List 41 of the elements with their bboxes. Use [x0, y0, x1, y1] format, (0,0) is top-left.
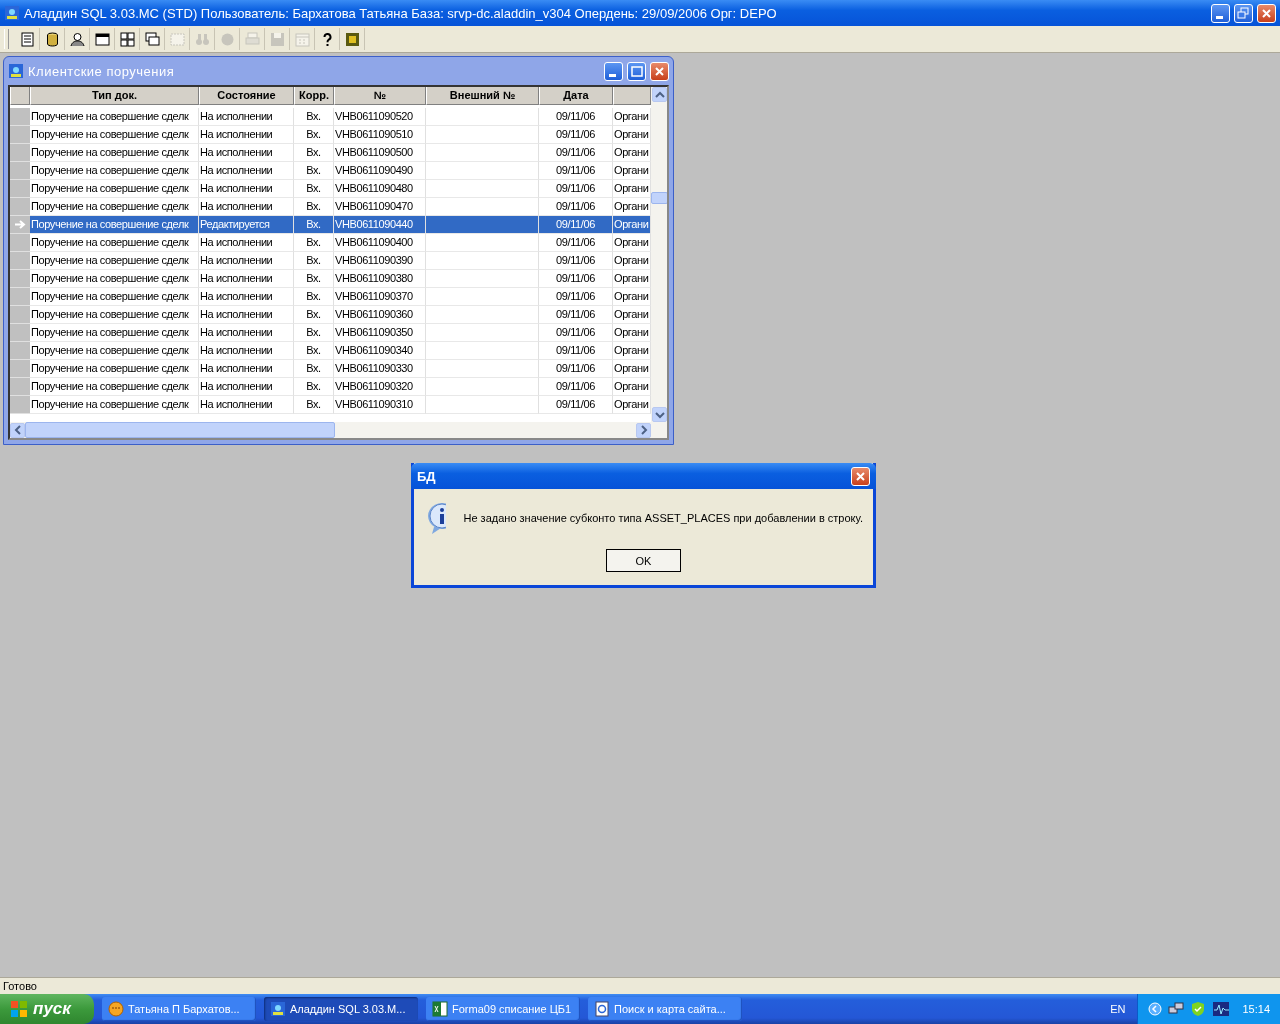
taskbar-button[interactable]: Татьяна П Бархатов... — [102, 997, 256, 1021]
column-header[interactable]: Дата — [539, 87, 613, 105]
clock: 15:14 — [1242, 1003, 1270, 1015]
language-indicator[interactable]: EN — [1110, 1003, 1126, 1015]
table-row[interactable]: Поручение на совершение сделк На исполнении Вх. VHB0611090380 09/11/06 Органи — [10, 270, 651, 288]
table-row[interactable]: Поручение на совершение сделк На исполнении Вх. VHB0611090470 09/11/06 Органи — [10, 198, 651, 216]
table-row[interactable]: Поручение на совершение сделк На исполнении Вх. VHB0611090500 09/11/06 Органи — [10, 144, 651, 162]
column-header[interactable]: Внешний № — [426, 87, 539, 105]
window-title: Аладдин SQL 3.03.МС (STD) Пользователь: Бархатова Татьяна База: srvp-dc.aladdin_v304 Опердень: 29/09/2006 Орг: DEPO — [24, 5, 778, 21]
table-cell: На исполнении — [199, 396, 294, 414]
table-row[interactable]: Поручение на совершение сделк На исполнении Вх. VHB0611090370 09/11/06 Органи — [10, 288, 651, 306]
column-header[interactable]: Тип док. — [30, 87, 199, 105]
table-row[interactable]: Поручение на совершение сделк На исполнении Вх. VHB0611090390 09/11/06 Органи — [10, 252, 651, 270]
column-header[interactable]: Корр. — [294, 87, 334, 105]
status-text: Готово — [3, 980, 37, 992]
dialog-message: Не задано значение субконто типа ASSET_PLACES при добавлении в строку. — [463, 512, 863, 524]
table-row[interactable]: Поручение на совершение сделк Редактируется Вх. VHB0611090440 09/11/06 Органи — [10, 216, 651, 234]
window-title: Клиентские поручения — [28, 63, 176, 79]
table-row[interactable]: Поручение на совершение сделк На исполнении Вх. VHB0611090520 09/11/06 Органи — [10, 108, 651, 126]
taskbar-button[interactable]: Аладдин SQL 3.03.М... — [264, 997, 418, 1021]
table-row[interactable]: Поручение на совершение сделк На исполнении Вх. VHB0611090360 09/11/06 Органи — [10, 306, 651, 324]
table-cell: 09/11/06 — [539, 396, 613, 414]
dialog-title: БД — [417, 468, 437, 484]
table-cell: Вх. — [294, 396, 334, 414]
table-row[interactable]: Поручение на совершение сделк На исполнении Вх. VHB0611090350 09/11/06 Органи — [10, 324, 651, 342]
table-row[interactable]: Поручение на совершение сделк На исполнении Вх. VHB0611090480 09/11/06 Органи — [10, 180, 651, 198]
table-row[interactable]: Поручение на совершение сделк На исполнении Вх. VHB0611090320 09/11/06 Органи — [10, 378, 651, 396]
table-cell: VHB0611090310 — [334, 396, 426, 414]
table-row[interactable]: Поручение на совершение сделк На исполнении Вх. VHB0611090340 09/11/06 Органи — [10, 342, 651, 360]
table-row[interactable]: Поручение на совершение сделк На исполнении Вх. VHB0611090400 09/11/06 Органи — [10, 234, 651, 252]
ok-button[interactable]: OK — [606, 549, 681, 572]
start-button[interactable]: пуск — [0, 994, 94, 1024]
table-row[interactable]: Поручение на совершение сделк На исполнении Вх. VHB0611090510 09/11/06 Органи — [10, 126, 651, 144]
column-header[interactable]: Состояние — [199, 87, 294, 105]
column-header[interactable]: № — [334, 87, 426, 105]
table-row[interactable]: Поручение на совершение сделк На исполнении Вх. VHB0611090330 09/11/06 Органи — [10, 360, 651, 378]
taskbar-button[interactable]: Forma09 списание ЦБ1 — [426, 997, 580, 1021]
table-cell: Поручение на совершение сделк — [30, 396, 199, 414]
table-row[interactable]: Поручение на совершение сделк На исполнении Вх. VHB0611090310 09/11/06 Органи — [10, 396, 651, 414]
taskbar-button[interactable]: Поиск и карта сайта... — [588, 997, 742, 1021]
table-row[interactable]: Поручение на совершение сделк На исполнении Вх. VHB0611090490 09/11/06 Органи — [10, 162, 651, 180]
